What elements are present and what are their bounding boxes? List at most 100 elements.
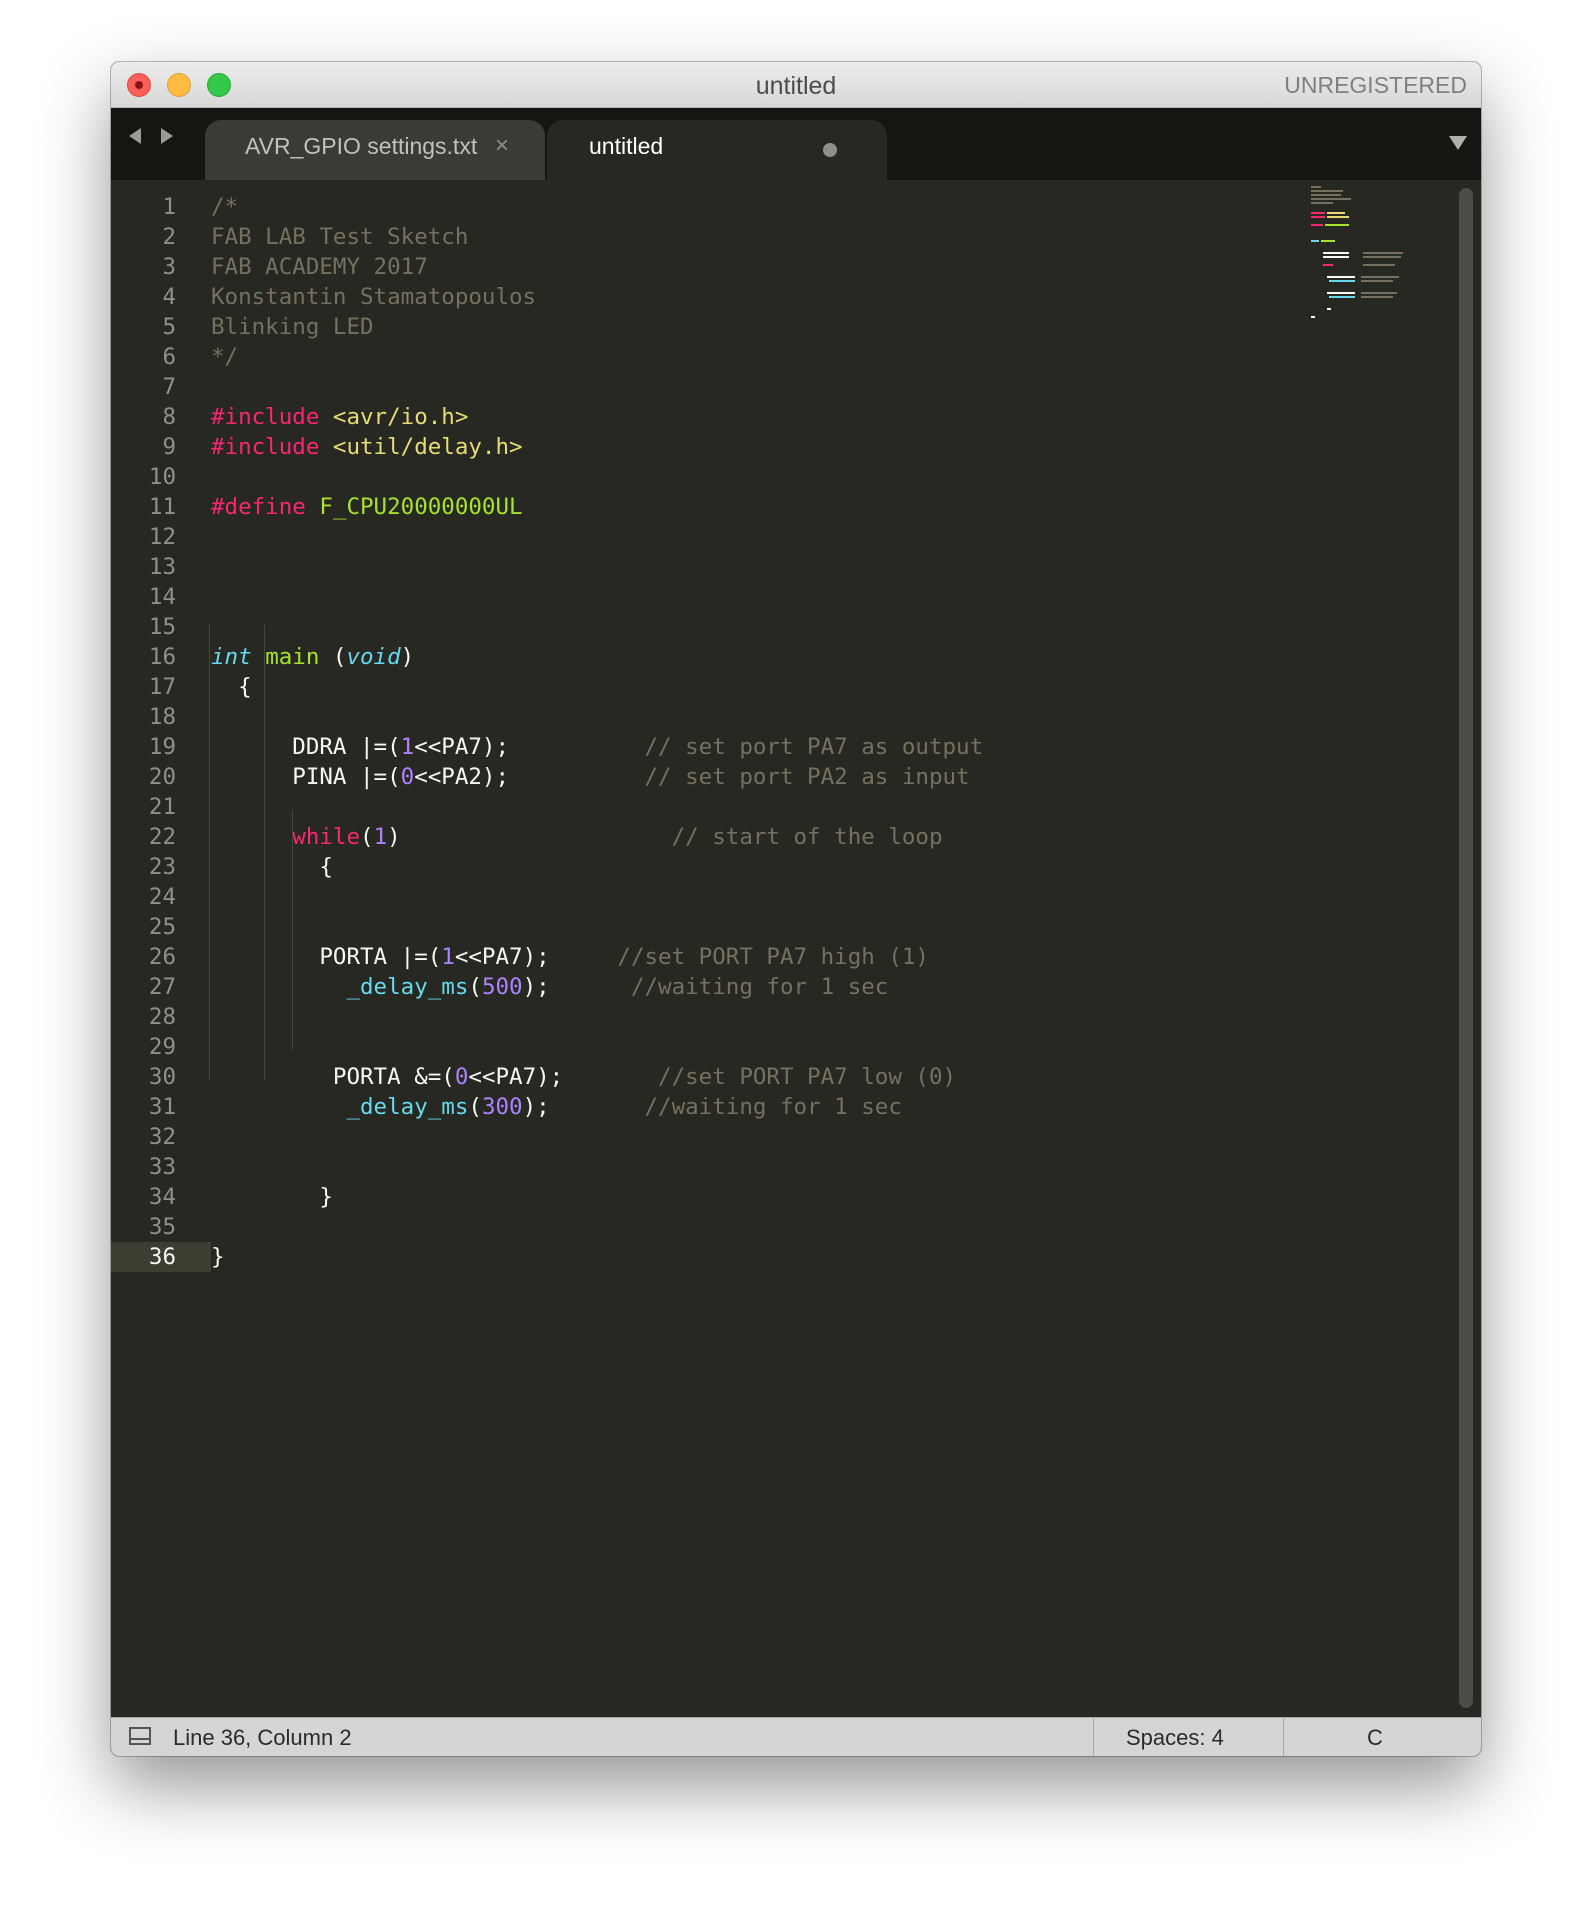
line-number: 10: [148, 464, 176, 490]
panel-toggle-icon[interactable]: [129, 1727, 151, 1745]
code-token: FAB ACADEMY 2017: [211, 254, 428, 280]
code-text: while(1) // start of the loop: [211, 822, 943, 852]
code-text: #include <avr/io.h>: [211, 402, 468, 432]
code-line[interactable]: 19 DDRA |=(1<<PA7); // set port PA7 as o…: [111, 732, 1261, 762]
code-line[interactable]: 35: [111, 1212, 1261, 1242]
code-editor[interactable]: 1 /* 2 FAB LAB Test Sketch 3 FAB ACADEMY 2017…: [111, 180, 1481, 1718]
code-line[interactable]: 18: [111, 702, 1261, 732]
tab-label: untitled: [589, 133, 664, 159]
window-title: untitled: [755, 72, 837, 100]
code-line[interactable]: 21: [111, 792, 1261, 822]
code-line[interactable]: 29: [111, 1032, 1261, 1062]
tab-untitled[interactable]: untitled: [547, 120, 887, 180]
line-number: 17: [148, 674, 176, 700]
code-line[interactable]: 23 {: [111, 852, 1261, 882]
code-line[interactable]: 33: [111, 1152, 1261, 1182]
code-line[interactable]: 8 #include <avr/io.h>: [111, 402, 1261, 432]
code-text: {: [211, 852, 333, 882]
line-number: 5: [162, 314, 176, 340]
code-token: PORTA |=(: [211, 944, 442, 970]
code-line[interactable]: 10: [111, 462, 1261, 492]
code-token: <<PA7);: [468, 1064, 659, 1090]
code-text: int main (void): [211, 642, 414, 672]
code-line[interactable]: 5 Blinking LED: [111, 312, 1261, 342]
code-line[interactable]: 7: [111, 372, 1261, 402]
dirty-dot-icon[interactable]: [823, 143, 837, 157]
indentation-setting[interactable]: Spaces: 4: [1126, 1725, 1224, 1751]
syntax-selector[interactable]: C: [1367, 1725, 1383, 1751]
line-number: 27: [148, 974, 176, 1000]
close-icon[interactable]: ×: [495, 132, 509, 160]
code-line[interactable]: 16 int main (void): [111, 642, 1261, 672]
line-number: 26: [148, 944, 176, 970]
code-text: PINA |=(0<<PA2); // set port PA2 as inpu…: [211, 762, 969, 792]
code-line[interactable]: 4 Konstantin Stamatopoulos: [111, 282, 1261, 312]
back-arrow-icon[interactable]: [129, 128, 141, 144]
code-line[interactable]: 25: [111, 912, 1261, 942]
line-number: 34: [148, 1184, 176, 1210]
code-token: void: [346, 644, 401, 670]
code-text: _delay_ms(500); //waiting for 1 sec: [211, 972, 888, 1002]
code-line[interactable]: 1 /*: [111, 192, 1261, 222]
code-line[interactable]: 12: [111, 522, 1261, 552]
code-line[interactable]: 30 PORTA &=(0<<PA7); //set PORT PA7 low …: [111, 1062, 1261, 1092]
line-number: 30: [148, 1064, 176, 1090]
tab-menu-icon[interactable]: [1449, 136, 1467, 150]
code-token: // start of the loop: [671, 824, 943, 850]
code-line[interactable]: 3 FAB ACADEMY 2017: [111, 252, 1261, 282]
code-token: <<PA2);: [414, 764, 645, 790]
line-number: 23: [148, 854, 176, 880]
code-token: {: [211, 674, 252, 700]
line-number: 21: [148, 794, 176, 820]
code-token: <util/delay.h>: [332, 434, 523, 460]
code-line[interactable]: 28: [111, 1002, 1261, 1032]
code-line[interactable]: 14: [111, 582, 1261, 612]
line-number: 6: [162, 344, 176, 370]
code-token: /*: [211, 194, 239, 220]
line-number: 31: [148, 1094, 176, 1120]
minimap[interactable]: [1311, 184, 1421, 324]
code-token: Blinking LED: [211, 314, 374, 340]
code-line[interactable]: 32: [111, 1122, 1261, 1152]
line-number: 8: [162, 404, 176, 430]
code-token: <avr/io.h>: [332, 404, 469, 430]
line-number: 4: [162, 284, 176, 310]
code-line[interactable]: 24: [111, 882, 1261, 912]
code-line[interactable]: 34 }: [111, 1182, 1261, 1212]
code-token: #define: [211, 494, 306, 520]
code-line[interactable]: 36}: [111, 1242, 1261, 1272]
code-line[interactable]: 26 PORTA |=(1<<PA7); //set PORT PA7 high…: [111, 942, 1261, 972]
code-line[interactable]: 27 _delay_ms(500); //waiting for 1 sec: [111, 972, 1261, 1002]
code-token: //set PORT PA7 low (0): [658, 1064, 957, 1090]
code-token: PORTA &=(: [211, 1064, 455, 1090]
title-bar: untitled UNREGISTERED: [111, 62, 1481, 108]
code-line[interactable]: 9 #include <util/delay.h>: [111, 432, 1261, 462]
code-line[interactable]: 17 {: [111, 672, 1261, 702]
code-line[interactable]: 2 FAB LAB Test Sketch: [111, 222, 1261, 252]
line-number: 32: [148, 1124, 176, 1150]
line-number: 11: [148, 494, 176, 520]
vertical-scrollbar[interactable]: [1459, 188, 1473, 1708]
code-token: 300: [481, 1094, 523, 1120]
code-token: (: [468, 974, 482, 1000]
code-token: }: [211, 1184, 333, 1210]
code-token: //set PORT PA7 high (1): [617, 944, 929, 970]
code-token: _delay_ms: [346, 1094, 469, 1120]
code-text: Blinking LED: [211, 312, 374, 342]
code-line[interactable]: 6 */: [111, 342, 1261, 372]
code-line[interactable]: 13: [111, 552, 1261, 582]
forward-arrow-icon[interactable]: [161, 128, 173, 144]
code-line[interactable]: 11 #define F_CPU20000000UL: [111, 492, 1261, 522]
code-line[interactable]: 15: [111, 612, 1261, 642]
code-line[interactable]: 22 while(1) // start of the loop: [111, 822, 1261, 852]
indent-guide: [209, 625, 210, 1080]
code-line[interactable]: 20 PINA |=(0<<PA2); // set port PA2 as i…: [111, 762, 1261, 792]
code-text: #include <util/delay.h>: [211, 432, 523, 462]
cursor-position: Line 36, Column 2: [173, 1725, 352, 1750]
line-number: 36: [111, 1242, 211, 1272]
code-token: ): [387, 824, 672, 850]
tab-avr-gpio-settings[interactable]: AVR_GPIO settings.txt ×: [205, 120, 545, 180]
code-line[interactable]: 31 _delay_ms(300); //waiting for 1 sec: [111, 1092, 1261, 1122]
